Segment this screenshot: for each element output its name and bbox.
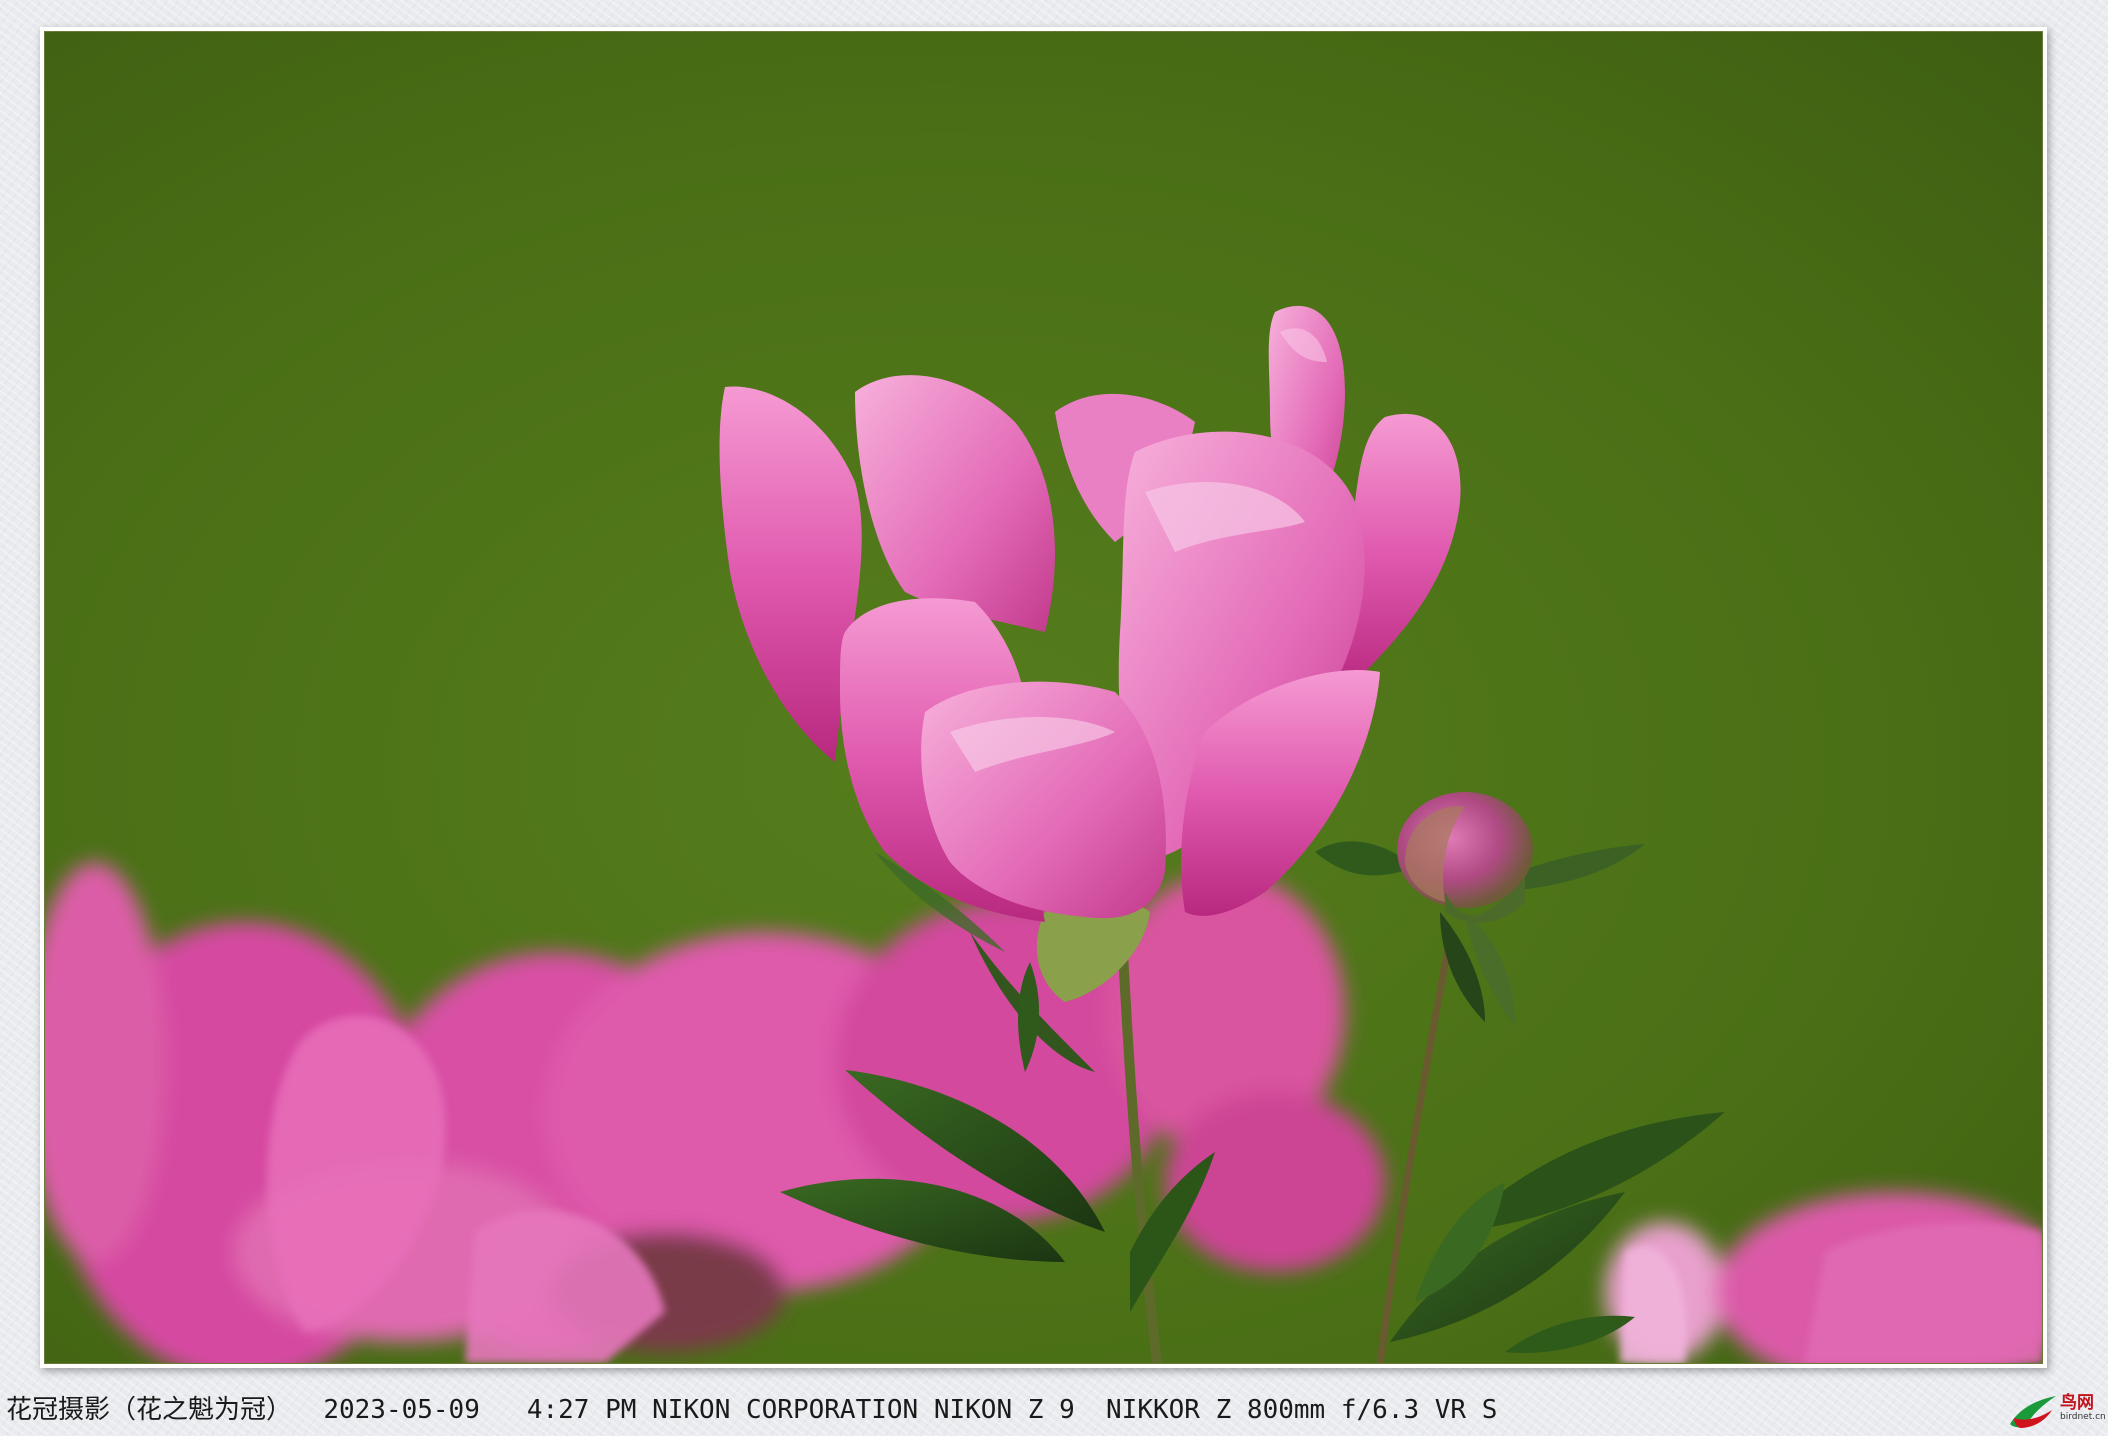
caption-time: 4:27 PM (526, 1395, 637, 1425)
birdnet-logo-icon (2010, 1396, 2056, 1428)
photo-caption: 花冠摄影（花之魁为冠） 2023-05-09 4:27 PM NIKON COR… (6, 1393, 1497, 1427)
caption-lens: NIKKOR Z 800mm f/6.3 VR S (1106, 1395, 1498, 1425)
caption-title: 花冠摄影（花之魁为冠） (6, 1395, 293, 1425)
logo-name: 鸟网 (2060, 1393, 2094, 1413)
birdnet-logo: 鸟网 birdnet.cn (2006, 1388, 2106, 1432)
logo-sub: birdnet.cn (2060, 1412, 2106, 1422)
caption-camera: NIKON CORPORATION NIKON Z 9 (652, 1395, 1075, 1425)
peony-photo (44, 31, 2043, 1364)
caption-date: 2023-05-09 (323, 1395, 480, 1425)
photo-frame (40, 27, 2047, 1368)
